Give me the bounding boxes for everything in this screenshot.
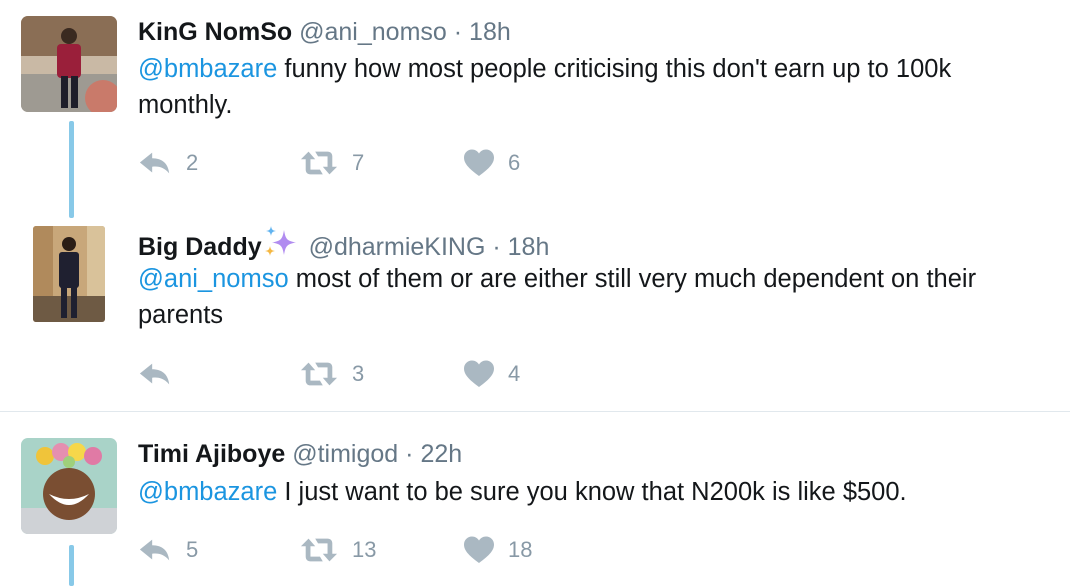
like-button[interactable]: 4 xyxy=(464,357,520,391)
like-count: 6 xyxy=(508,150,521,175)
tweet[interactable]: KinG NomSo @ani_nomso · 18h @bmbazare fu… xyxy=(0,0,1070,220)
reply-icon xyxy=(138,360,172,388)
tweet-text: @ani_nomso most of them or are either st… xyxy=(138,261,1058,333)
timestamp[interactable]: 18h xyxy=(508,233,550,261)
like-count: 18 xyxy=(508,537,533,562)
timestamp[interactable]: 18h xyxy=(469,18,511,46)
tweet-text-line: I just want to be sure you know that N20… xyxy=(277,478,907,506)
reply-button[interactable] xyxy=(138,357,186,391)
retweet-icon xyxy=(300,536,338,564)
tweet-text: @bmbazare funny how most people criticis… xyxy=(138,51,1058,123)
thread-line xyxy=(69,545,74,586)
handle[interactable]: @ani_nomso xyxy=(299,18,447,46)
reply-icon xyxy=(138,536,172,564)
reply-count: 5 xyxy=(186,537,199,562)
like-count: 4 xyxy=(508,361,521,386)
retweet-icon xyxy=(300,360,338,388)
reply-count: 2 xyxy=(186,150,199,175)
thread-line xyxy=(69,121,74,218)
separator: · xyxy=(492,233,501,261)
retweet-button[interactable]: 7 xyxy=(300,146,364,180)
retweet-count: 13 xyxy=(352,537,377,562)
retweet-button[interactable]: 13 xyxy=(300,533,376,567)
display-name[interactable]: KinG NomSo xyxy=(138,18,292,46)
heart-icon xyxy=(464,149,494,177)
mention-link[interactable]: @bmbazare xyxy=(138,478,277,506)
tweet[interactable]: Timi Ajiboye @timigod · 22h @bmbazare I … xyxy=(0,412,1070,586)
tweet-text-line: monthly. xyxy=(138,91,233,119)
avatar[interactable] xyxy=(21,438,117,534)
mention-link[interactable]: @bmbazare xyxy=(138,55,277,83)
sparkles-icon xyxy=(264,226,296,256)
heart-icon xyxy=(464,360,494,388)
tweet-text-line: funny how most people criticising this d… xyxy=(277,55,952,83)
avatar[interactable] xyxy=(21,16,117,112)
display-name[interactable]: Timi Ajiboye xyxy=(138,440,285,468)
tweet-text: @bmbazare I just want to be sure you kno… xyxy=(138,474,1058,510)
handle[interactable]: @timigod xyxy=(292,440,398,468)
display-name[interactable]: Big Daddy xyxy=(138,233,262,261)
separator: · xyxy=(405,440,414,468)
retweet-button[interactable]: 3 xyxy=(300,357,364,391)
separator: · xyxy=(453,18,463,46)
tweet-header: KinG NomSo @ani_nomso · 18h xyxy=(138,17,511,47)
tweet-text-line: most of them or are either still very mu… xyxy=(288,265,977,293)
heart-icon xyxy=(464,536,494,564)
reply-button[interactable]: 5 xyxy=(138,533,198,567)
reply-button[interactable]: 2 xyxy=(138,146,198,180)
tweet-header: Big Daddy @dharmieKING · 18h xyxy=(138,226,549,262)
tweet-text-line: parents xyxy=(138,301,224,329)
like-button[interactable]: 18 xyxy=(464,533,532,567)
tweet-header: Timi Ajiboye @timigod · 22h xyxy=(138,439,462,469)
retweet-count: 3 xyxy=(352,361,365,386)
retweet-icon xyxy=(300,149,338,177)
timestamp[interactable]: 22h xyxy=(420,440,462,468)
mention-link[interactable]: @ani_nomso xyxy=(138,265,289,293)
retweet-count: 7 xyxy=(352,150,365,175)
avatar[interactable] xyxy=(33,226,105,322)
tweet[interactable]: Big Daddy @dharmieKING · 18h @ani_nomso … xyxy=(0,220,1070,411)
like-button[interactable]: 6 xyxy=(464,146,520,180)
handle[interactable]: @dharmieKING xyxy=(309,233,486,261)
reply-icon xyxy=(138,149,172,177)
